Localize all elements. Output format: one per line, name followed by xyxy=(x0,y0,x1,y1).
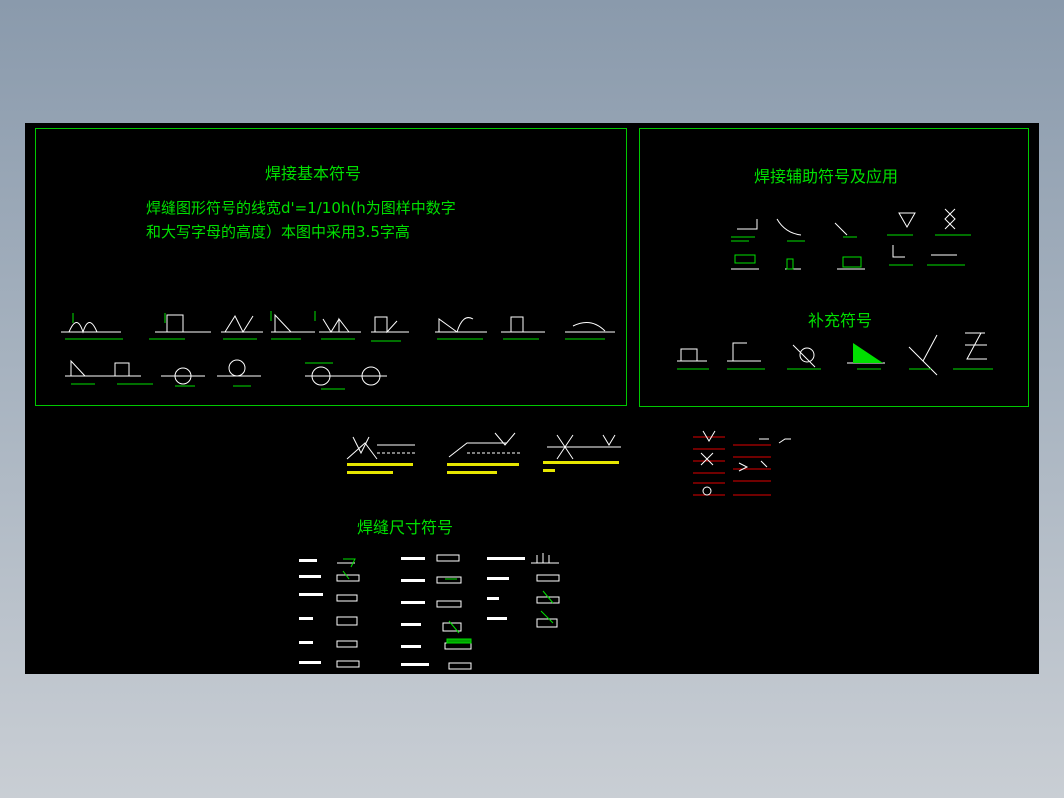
supp-filled-triangle xyxy=(853,343,883,363)
cad-drawing-canvas[interactable]: 焊接基本符号 焊缝图形符号的线宽d'=1/10h(h为图样中数字 和大写字母的高… xyxy=(25,123,1039,674)
basic-symbols-row1 xyxy=(61,313,615,334)
size-symbols-col1 xyxy=(336,562,360,668)
size-symbols-text xyxy=(299,557,525,666)
supp-symbols xyxy=(677,332,987,376)
reference-table xyxy=(693,436,771,496)
reference-table-symbols xyxy=(700,430,791,496)
application-labels xyxy=(347,461,619,474)
size-symbols-col2 xyxy=(436,554,472,670)
basic-symbols-row2 xyxy=(65,359,387,386)
application-examples xyxy=(346,432,621,460)
drawing-graphics xyxy=(61,208,993,670)
aux-symbols-labels xyxy=(731,234,971,270)
aux-symbols xyxy=(731,208,957,270)
size-symbols-col3 xyxy=(531,553,560,628)
